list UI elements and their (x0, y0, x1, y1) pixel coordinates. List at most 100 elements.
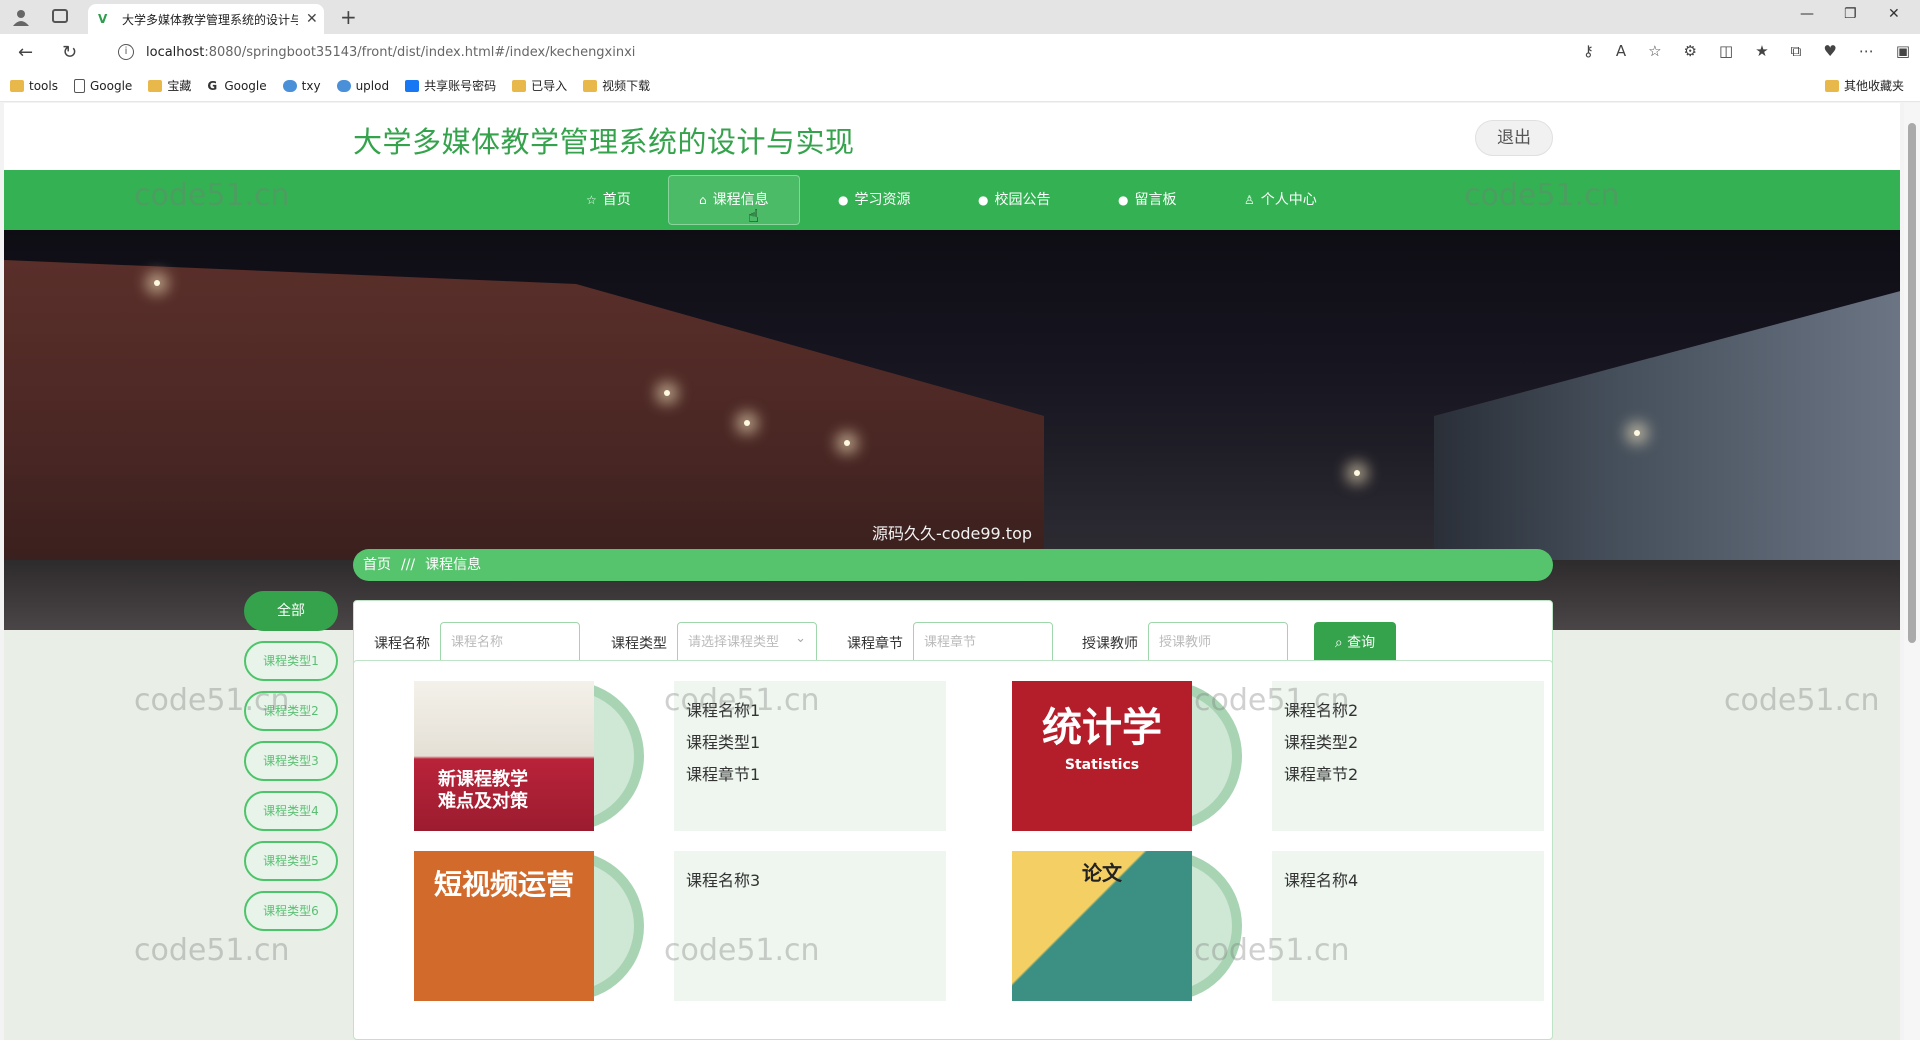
campus-building-left (4, 260, 1044, 560)
tab-title: 大学多媒体教学管理系统的设计与... (122, 12, 298, 27)
cover-text: 短视频运营 (434, 868, 575, 901)
bookmark-uplod[interactable]: uplod (336, 79, 389, 93)
nav-message-board[interactable]: ● 留言板 (1118, 170, 1176, 230)
close-tab-icon[interactable]: ✕ (306, 11, 318, 27)
banner-caption: 源码久久-code99.top (872, 524, 1033, 543)
course-name: 课程名称3 (686, 871, 761, 890)
url-text: localhost:8080/springboot35143/front/dis… (146, 44, 636, 60)
bookmark-shared-accounts[interactable]: 共享账号密码 (405, 77, 496, 94)
street-lamp (1354, 470, 1360, 476)
favorites-icon[interactable]: ★ (1755, 42, 1768, 60)
course-info: 课程名称4 (1272, 851, 1544, 1001)
nav-learning-resources[interactable]: ● 学习资源 (838, 170, 910, 230)
filter-type-2[interactable]: 课程类型2 (244, 691, 338, 731)
bookmark-google[interactable]: Google (73, 78, 132, 93)
bookmark-imported[interactable]: 已导入 (512, 77, 567, 94)
folder-icon (10, 79, 24, 92)
breadcrumb-home[interactable]: 首页 (363, 557, 391, 573)
folder-icon (1824, 79, 1839, 92)
extensions-icon[interactable]: ⚙ (1684, 42, 1697, 60)
nav-home[interactable]: ☆ 首页 (586, 170, 631, 230)
bookmark-treasure[interactable]: 宝藏 (148, 77, 191, 94)
search-button[interactable]: ⌕ 查询 (1314, 622, 1396, 664)
course-name-filter: 课程名称 课程名称 (374, 622, 580, 664)
bookmark-tools[interactable]: tools (10, 79, 58, 93)
scrollbar-thumb[interactable] (1908, 123, 1916, 643)
course-name-input[interactable]: 课程名称 (440, 622, 580, 664)
cover-text: 论文 (1082, 861, 1122, 885)
folder-icon (148, 79, 163, 92)
address-bar-row: ← ↻ i localhost:8080/springboot35143/fro… (0, 34, 1920, 70)
key-icon[interactable]: ⚷ (1583, 42, 1594, 60)
course-name: 课程名称4 (1284, 871, 1359, 890)
cover-subtext: Statistics (1064, 757, 1140, 773)
course-chapter-filter: 课程章节 课程章节 (847, 622, 1053, 664)
favorite-star-icon[interactable]: ☆ (1648, 42, 1661, 60)
site-info-icon[interactable]: i (118, 44, 134, 60)
collections-icon[interactable]: ⧉ (1791, 42, 1802, 60)
main-nav: ☆ 首页 ⌂ 课程信息 ● 学习资源 ● 校园公告 ● 留言板 ♙ 个人中心 (4, 170, 1900, 230)
filter-type-3[interactable]: 课程类型3 (244, 741, 338, 781)
bookmarks-bar: tools Google 宝藏 G Google txy uplod 共享账号密码… (0, 70, 1920, 102)
page-icon (73, 78, 85, 93)
page-scrollbar[interactable] (1904, 103, 1920, 1040)
window-close-icon[interactable]: ✕ (1888, 6, 1900, 22)
filter-type-5[interactable]: 课程类型5 (244, 841, 338, 881)
bookmark-video-download[interactable]: 视频下载 (583, 77, 650, 94)
site-header: 大学多媒体教学管理系统的设计与实现 退出 (4, 103, 1900, 170)
teacher-filter: 授课教师 授课教师 (1082, 622, 1288, 664)
restore-icon[interactable]: ❐ (1844, 6, 1857, 22)
sidebar-toggle-icon[interactable]: ▣ (1896, 42, 1910, 60)
refresh-icon[interactable]: ↻ (62, 42, 77, 63)
more-menu-icon[interactable]: ⋯ (1859, 42, 1874, 60)
mouse-cursor-icon: ☝ (748, 206, 759, 227)
cloud-icon (336, 79, 351, 92)
breadcrumb: 首页///课程信息 (353, 549, 1553, 581)
split-screen-icon[interactable]: ◫ (1719, 42, 1733, 60)
street-lamp (844, 440, 850, 446)
bookmark-google-2[interactable]: G Google (207, 79, 266, 93)
filter-type-4[interactable]: 课程类型4 (244, 791, 338, 831)
course-type-sidebar: 全部 课程类型1 课程类型2 课程类型3 课程类型4 课程类型5 课程类型6 (244, 591, 338, 941)
bookmark-txy[interactable]: txy (282, 79, 321, 93)
profile-icon[interactable] (12, 8, 30, 26)
course-card[interactable]: 论文 课程名称4 (972, 851, 1544, 1001)
street-lamp (1634, 430, 1640, 436)
course-type: 课程类型1 (686, 733, 761, 752)
browser-essentials-icon[interactable]: ♥ (1823, 42, 1836, 60)
browser-tabbar: V 大学多媒体教学管理系统的设计与... ✕ + — ❐ ✕ (0, 0, 1920, 34)
teacher-input[interactable]: 授课教师 (1148, 622, 1288, 664)
course-card[interactable]: 短视频运营 课程名称3 (374, 851, 946, 1001)
browser-tab[interactable]: V 大学多媒体教学管理系统的设计与... ✕ (88, 4, 324, 34)
info-icon: ● (1118, 193, 1129, 207)
course-type: 课程类型2 (1284, 733, 1359, 752)
course-card[interactable]: 统计学 Statistics 课程名称2 课程类型2 课程章节2 (972, 681, 1544, 831)
nav-course-info[interactable]: ⌂ 课程信息 (668, 175, 800, 225)
filter-type-6[interactable]: 课程类型6 (244, 891, 338, 931)
nav-personal-center[interactable]: ♙ 个人中心 (1244, 170, 1317, 230)
course-list: 新课程教学 难点及对策 课程名称1 课程类型1 课程章节1 统计学 Statis… (353, 660, 1553, 1040)
course-name: 课程名称1 (686, 701, 761, 720)
course-info: 课程名称3 (674, 851, 946, 1001)
course-info: 课程名称1 课程类型1 课程章节1 (674, 681, 946, 831)
site-title: 大学多媒体教学管理系统的设计与实现 (353, 125, 855, 159)
tab-actions-icon[interactable] (52, 9, 68, 23)
browser-toolbar: ⚷ A ☆ ⚙ ◫ ★ ⧉ ♥ ⋯ ▣ (1583, 42, 1910, 60)
course-cover-image: 论文 (1012, 851, 1192, 1001)
back-icon[interactable]: ← (18, 42, 33, 63)
course-info: 课程名称2 课程类型2 课程章节2 (1272, 681, 1544, 831)
read-aloud-icon[interactable]: A (1616, 42, 1626, 60)
course-type-select[interactable]: 请选择课程类型 (677, 619, 817, 664)
course-card[interactable]: 新课程教学 难点及对策 课程名称1 课程类型1 课程章节1 (374, 681, 946, 831)
nav-campus-announcements[interactable]: ● 校园公告 (978, 170, 1050, 230)
logout-button[interactable]: 退出 (1475, 120, 1553, 156)
url-field[interactable]: i localhost:8080/springboot35143/front/d… (112, 38, 1592, 66)
bookmark-other-favorites[interactable]: 其他收藏夹 (1824, 77, 1904, 94)
course-chapter-input[interactable]: 课程章节 (913, 622, 1053, 664)
cover-text: 新课程教学 难点及对策 (438, 769, 528, 812)
filter-type-1[interactable]: 课程类型1 (244, 641, 338, 681)
minimize-icon[interactable]: — (1800, 6, 1814, 22)
filter-all[interactable]: 全部 (244, 591, 338, 631)
folder-icon (583, 79, 598, 92)
new-tab-icon[interactable]: + (340, 5, 357, 29)
